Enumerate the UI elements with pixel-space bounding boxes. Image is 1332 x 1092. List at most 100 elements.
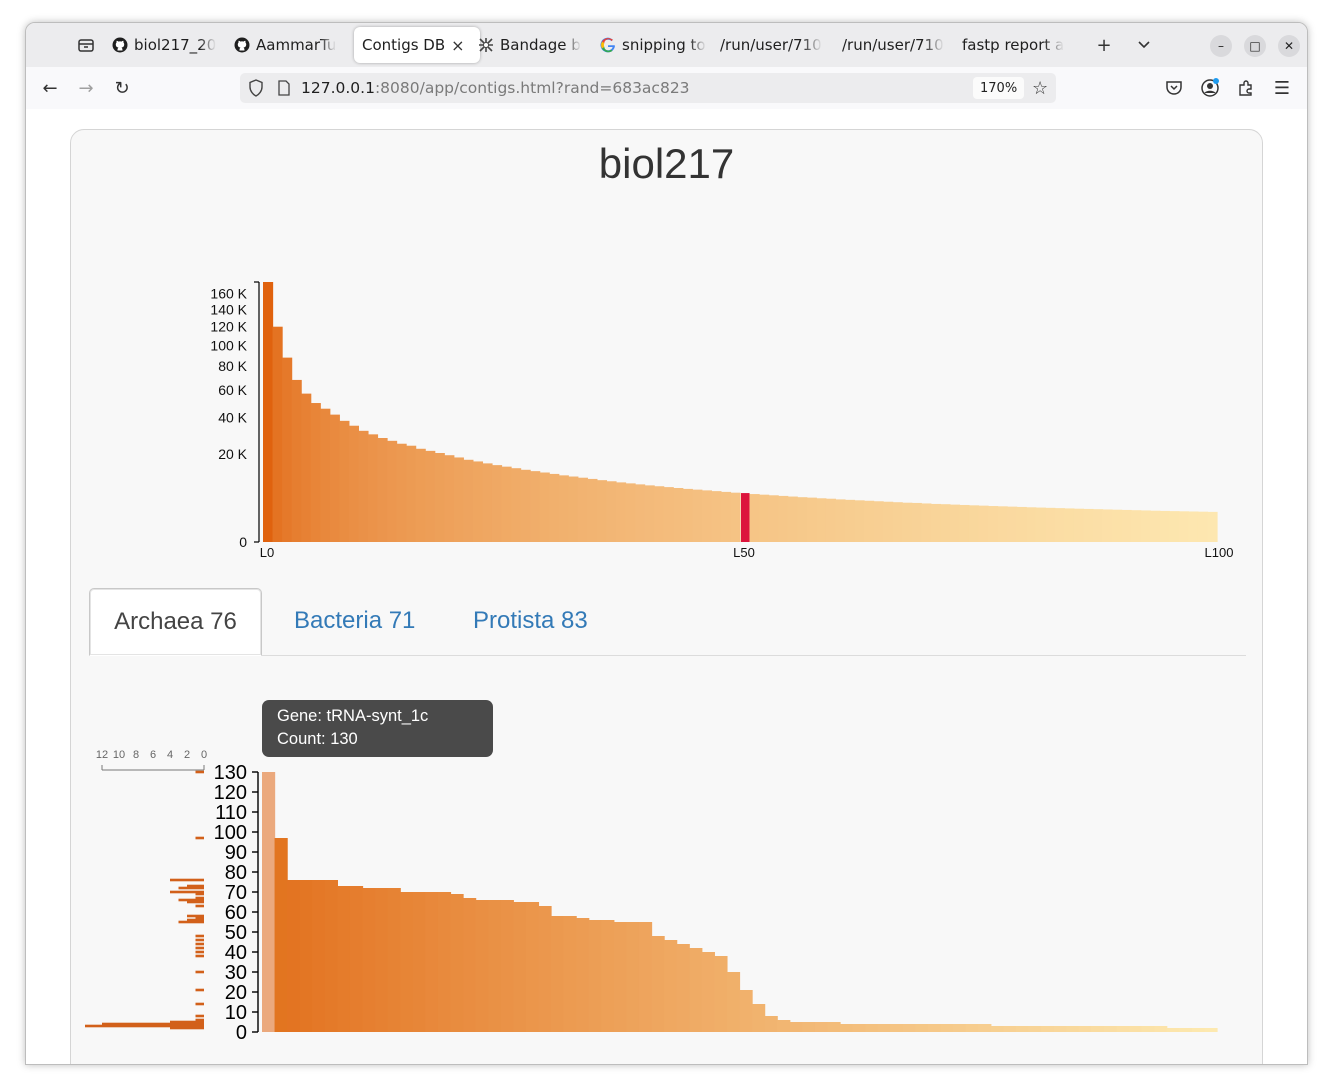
- n-bar: [1140, 510, 1151, 542]
- gene-bar: [852, 1024, 866, 1032]
- n-bar: [415, 448, 426, 542]
- account-icon[interactable]: [1199, 77, 1221, 99]
- gene-bar: [601, 920, 615, 1032]
- tab-list-icon[interactable]: [1134, 35, 1154, 55]
- n-bar: [558, 475, 569, 542]
- group-tabs: Archaea 76 Bacteria 71 Protista 83: [89, 588, 1246, 656]
- gene-y-tick-label: 120: [214, 782, 247, 804]
- gene-bar: [739, 990, 753, 1032]
- n-bar: [854, 500, 865, 542]
- n-bar: [1083, 508, 1094, 542]
- n-bar: [1073, 508, 1085, 542]
- close-window-icon[interactable]: ✕: [1278, 35, 1300, 57]
- browser-window: biol217_20 AammarTu Contigs DB × Bandage b sn…: [25, 22, 1308, 1065]
- reload-icon[interactable]: ↻: [111, 77, 133, 99]
- n-x-tick-label: L50: [733, 545, 755, 560]
- browser-tab[interactable]: /run/user/710: [720, 27, 834, 63]
- gene-bar: [1003, 1026, 1017, 1032]
- page-icon[interactable]: [277, 80, 291, 100]
- n-bar: [644, 485, 655, 542]
- google-icon: [600, 37, 616, 53]
- n-bar: [396, 443, 407, 542]
- url-bar[interactable]: 127.0.0.1:8080/app/contigs.html?rand=683…: [240, 73, 1056, 103]
- gene-bar: [588, 920, 602, 1032]
- gene-bar: [777, 1020, 791, 1032]
- forward-icon[interactable]: →: [75, 77, 97, 99]
- n-bar: [1102, 509, 1113, 542]
- browser-tab[interactable]: Bandage b: [478, 27, 592, 63]
- tab-overview-icon[interactable]: [76, 35, 96, 55]
- hist-x-tick-label: 12: [96, 749, 108, 761]
- n-y-tick-label: 40 K: [218, 410, 247, 426]
- gene-bar: [563, 916, 577, 1032]
- n-bar: [472, 461, 484, 542]
- gene-bar: [714, 956, 728, 1032]
- n-bar: [444, 455, 455, 542]
- gene-bar: [1116, 1026, 1130, 1032]
- tab-bacteria[interactable]: Bacteria 71: [294, 588, 415, 654]
- hist-x-tick-label: 6: [150, 749, 156, 761]
- tab-archaea[interactable]: Archaea 76: [89, 588, 262, 656]
- menu-icon[interactable]: ☰: [1271, 77, 1293, 99]
- gene-bar: [475, 900, 489, 1032]
- n-bar: [997, 506, 1008, 542]
- browser-tab[interactable]: snipping to: [600, 27, 712, 63]
- gene-bar: [802, 1022, 816, 1032]
- browser-tab[interactable]: /run/user/710: [842, 27, 954, 63]
- gene-y-tick-label: 130: [214, 762, 247, 784]
- n-bar: [730, 492, 741, 542]
- zoom-level[interactable]: 170%: [973, 77, 1025, 99]
- pocket-icon[interactable]: [1163, 77, 1185, 99]
- gene-bar: [676, 944, 690, 1032]
- hist-bar: [195, 1014, 204, 1018]
- shield-icon[interactable]: [248, 79, 264, 101]
- gene-bar: [513, 902, 527, 1032]
- n-bar: [367, 434, 379, 542]
- n-bar: [940, 504, 951, 542]
- close-tab-icon[interactable]: ×: [451, 36, 464, 55]
- n-y-tick-label: 0: [239, 534, 247, 550]
- n-bar: [511, 468, 522, 542]
- gene-bar: [840, 1024, 854, 1032]
- bookmark-star-icon[interactable]: ☆: [1032, 78, 1048, 99]
- n-bar: [272, 326, 283, 542]
- browser-tab-label: Contigs DB: [362, 36, 446, 54]
- url-text[interactable]: 127.0.0.1:8080/app/contigs.html?rand=683…: [301, 79, 690, 97]
- n-bar: [844, 499, 856, 542]
- github-icon: [112, 37, 128, 53]
- gene-bar: [337, 886, 351, 1032]
- n-bar: [825, 498, 836, 542]
- gene-bar: [701, 952, 715, 1032]
- back-icon[interactable]: ←: [39, 77, 61, 99]
- tab-protista[interactable]: Protista 83: [473, 588, 588, 654]
- n-y-tick-label: 20 K: [218, 446, 247, 462]
- n-bar: [1026, 507, 1037, 542]
- page-content: biol217 160 K 140 K 120 K 100 K 80 K 60 K 40 K…: [26, 109, 1307, 1064]
- gene-bar: [865, 1024, 879, 1032]
- gene-bar: [890, 1024, 904, 1032]
- extensions-icon[interactable]: [1235, 77, 1257, 99]
- n-bar: [1169, 511, 1180, 542]
- browser-tab[interactable]: biol217_20: [112, 27, 226, 63]
- n-bar: [568, 476, 579, 542]
- browser-tab[interactable]: Contigs DB ×: [354, 27, 480, 63]
- n-bar: [883, 501, 894, 542]
- browser-tab[interactable]: fastp report a: [962, 27, 1076, 63]
- n-bar: [797, 497, 808, 542]
- hist-x-tick-label: 8: [133, 749, 139, 761]
- maximize-icon[interactable]: □: [1244, 35, 1266, 57]
- gene-bar: [538, 906, 552, 1032]
- n-bar: [530, 471, 541, 542]
- n-bar: [1207, 511, 1218, 542]
- new-tab-icon[interactable]: +: [1094, 35, 1114, 56]
- hist-bar: [195, 988, 204, 992]
- minimize-icon[interactable]: –: [1210, 35, 1232, 57]
- browser-tab[interactable]: AammarTu: [234, 27, 348, 63]
- n-bar: [892, 502, 903, 542]
- gene-bar: [1015, 1026, 1030, 1032]
- n-bar: [930, 503, 941, 542]
- n-bar: [463, 459, 474, 542]
- gene-bar: [1053, 1026, 1067, 1032]
- gene-tooltip: Gene: tRNA-synt_1c Count: 130: [262, 700, 493, 757]
- n-bar: [1064, 508, 1075, 542]
